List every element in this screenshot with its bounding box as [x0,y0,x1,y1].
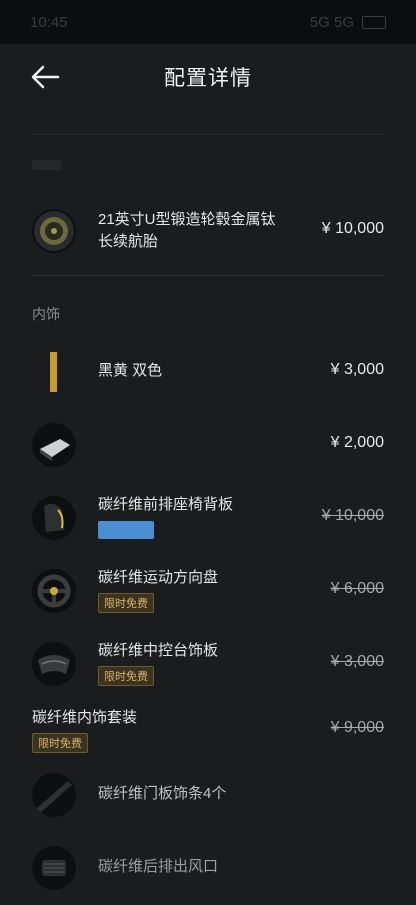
seatback-text: 碳纤维前排座椅背板 [98,494,286,544]
door-trim-text: 碳纤维门板饰条4个 [98,783,286,805]
armrest-icon [40,439,70,461]
door-trim-thumbnail [32,773,76,817]
color-price: ¥ 3,000 [330,361,384,378]
console-badge: 限时免费 [98,666,154,686]
wheel-price: ¥ 10,000 [321,220,384,237]
package-badge: 限时免费 [32,733,88,753]
steering-thumbnail [32,569,76,613]
steering-price: ¥ 6,000 [330,580,384,597]
vent-name: 碳纤维后排出风口 [98,858,219,875]
color-name: 黑黄 双色 [98,362,163,379]
package-name: 碳纤维内饰套装 [32,709,138,726]
package-row[interactable]: 碳纤维内饰套装 限时免费 ¥ 9,000 [0,701,416,759]
wheel-text: 21英寸U型锻造轮毂金属钛 长续航胎 [98,209,291,253]
interior-item-steering[interactable]: 碳纤维运动方向盘 限时免费 ¥ 6,000 [0,555,416,628]
seatback-thumbnail [32,496,76,540]
interior-item-console[interactable]: 碳纤维中控台饰板 限时免费 ¥ 3,000 [0,628,416,701]
interior-item-color[interactable]: 黑黄 双色 ¥ 3,000 [0,336,416,409]
door-trim-name: 碳纤维门板饰条4个 [98,785,227,802]
wheel-icon [34,211,74,251]
battery-icon [362,15,386,29]
color-text: 黑黄 双色 [98,360,286,382]
package-item-door-trim: 碳纤维门板饰条4个 [0,759,416,832]
wheel-thumbnail [32,209,76,253]
status-time: 10:45 [30,13,68,31]
interior-section-label: 内饰 [32,306,60,322]
page-title: 配置详情 [164,67,252,90]
seatback-color-chip [98,521,154,539]
steering-wheel-icon [37,574,71,608]
package-text: 碳纤维内饰套装 限时免费 [32,707,137,753]
section-label-ghost [0,135,416,195]
signal-text: 5G 5G [309,13,354,31]
package-item-vent: 碳纤维后排出风口 [0,832,416,905]
armrest-thumbnail [32,423,76,467]
interior-item-armrest[interactable]: ¥ 2,000 [0,409,416,482]
back-arrow-icon [31,65,60,89]
console-price: ¥ 3,000 [330,653,384,670]
console-name: 碳纤维中控台饰板 [98,642,219,659]
color-swatch-icon [50,352,57,392]
package-price: ¥ 9,000 [330,719,384,736]
console-thumbnail [32,642,76,686]
wheel-row[interactable]: 21英寸U型锻造轮毂金属钛 长续航胎 ¥ 10,000 [0,195,416,267]
vent-text: 碳纤维后排出风口 [98,856,286,878]
console-icon [38,655,70,674]
door-trim-icon [36,781,72,813]
header: 配置详情 [0,44,416,110]
status-indicators: 5G 5G [310,14,386,31]
interior-item-seatback[interactable]: 碳纤维前排座椅背板 ¥ 10,000 [0,482,416,555]
seatback-price: ¥ 10,000 [321,507,384,524]
steering-text: 碳纤维运动方向盘 限时免费 [98,567,286,613]
back-button[interactable] [30,64,60,90]
steering-badge: 限时免费 [98,593,154,613]
console-text: 碳纤维中控台饰板 限时免费 [98,640,286,686]
vent-icon [42,860,66,876]
color-swatch-thumbnail [32,350,76,394]
seatback-name: 碳纤维前排座椅背板 [98,496,234,513]
armrest-price: ¥ 2,000 [330,434,384,451]
status-bar: 10:45 5G 5G [0,0,416,44]
steering-name: 碳纤维运动方向盘 [98,569,219,586]
seat-icon [44,503,64,532]
vent-thumbnail [32,846,76,890]
wheel-name: 21英寸U型锻造轮毂金属钛 长续航胎 [98,211,276,250]
divider-mid [32,275,384,276]
